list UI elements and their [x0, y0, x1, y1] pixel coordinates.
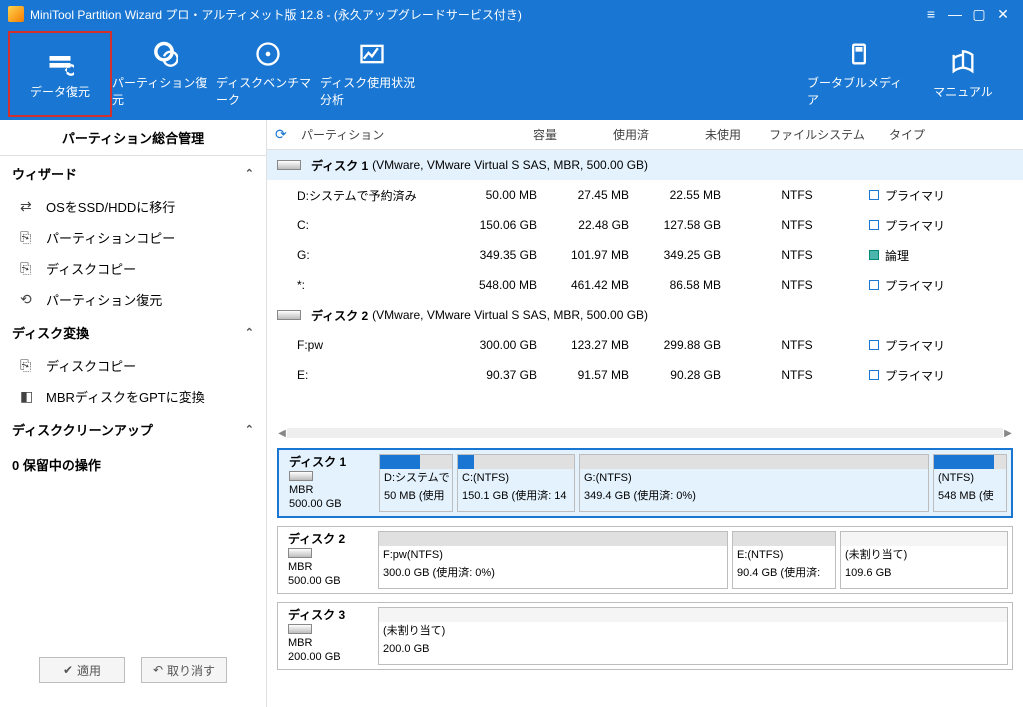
pending-operations: 0 保留中の操作 — [0, 447, 266, 482]
data-recovery-icon — [46, 49, 74, 77]
col-partition[interactable]: パーティション — [297, 126, 479, 143]
app-icon — [8, 6, 24, 22]
disk-copy-icon: ⎘ — [20, 357, 38, 374]
table-row[interactable]: D:システムで予約済み50.00 MB27.45 MB22.55 MBNTFSプ… — [267, 180, 1023, 210]
bootable-media-icon — [845, 40, 873, 68]
data-recovery-button[interactable]: データ復元 — [8, 31, 112, 117]
convert-icon: ◧ — [20, 388, 38, 405]
window-title: MiniTool Partition Wizard プロ・アルティメット版 12… — [30, 6, 522, 23]
disk-icon — [288, 624, 312, 634]
disk-usage-icon — [358, 40, 386, 68]
partition-recovery-button[interactable]: パーティション復元 — [112, 31, 216, 117]
minimize-icon[interactable]: — — [943, 6, 967, 22]
disk-benchmark-icon — [254, 40, 282, 68]
close-icon[interactable]: ✕ — [991, 6, 1015, 23]
chevron-up-icon: ⌃ — [245, 423, 254, 436]
table-row[interactable]: G:349.35 GB101.97 MB349.25 GBNTFS論理 — [267, 240, 1023, 270]
partition-box[interactable]: (未割り当て)109.6 GB — [840, 531, 1008, 589]
col-filesystem[interactable]: ファイルシステム — [755, 126, 879, 143]
col-capacity[interactable]: 容量 — [479, 126, 571, 143]
sidebar-item-disk-copy2[interactable]: ⎘ディスクコピー — [0, 350, 266, 381]
sidebar-tab[interactable]: パーティション総合管理 — [0, 120, 266, 156]
table-row[interactable]: E:90.37 GB91.57 MB90.28 GBNTFSプライマリ — [267, 360, 1023, 390]
table-row[interactable]: F:pw300.00 GB123.27 MB299.88 GBNTFSプライマリ — [267, 330, 1023, 360]
sidebar: パーティション総合管理 ウィザード ⌃ ⇄OSをSSD/HDDに移行 ⎘パーティ… — [0, 120, 267, 707]
cleanup-group-header[interactable]: ディスククリーンアップ ⌃ — [0, 412, 266, 447]
disk-map-1[interactable]: ディスク 1 MBR 500.00 GB D:システムで50 MB (使用 C:… — [277, 448, 1013, 518]
sidebar-item-partition-recovery[interactable]: ⟲パーティション復元 — [0, 284, 266, 315]
table-row[interactable]: C:150.06 GB22.48 GB127.58 GBNTFSプライマリ — [267, 210, 1023, 240]
recovery-icon: ⟲ — [20, 291, 38, 308]
sidebar-item-mbr2gpt[interactable]: ◧MBRディスクをGPTに変換 — [0, 381, 266, 412]
apply-button[interactable]: ✔適用 — [39, 657, 125, 683]
bootable-media-button[interactable]: ブータブルメディア — [807, 31, 911, 117]
partition-box[interactable]: G:(NTFS)349.4 GB (使用済: 0%) — [579, 454, 929, 512]
disk-usage-button[interactable]: ディスク使用状況分析 — [320, 31, 424, 117]
col-unused[interactable]: 未使用 — [663, 126, 755, 143]
col-type[interactable]: タイプ — [879, 126, 979, 143]
partition-recovery-icon — [150, 40, 178, 68]
disk-map-2[interactable]: ディスク 2 MBR 500.00 GB F:pw(NTFS)300.0 GB … — [277, 526, 1013, 594]
sidebar-item-partition-copy[interactable]: ⎘パーティションコピー — [0, 222, 266, 253]
chevron-up-icon: ⌃ — [245, 326, 254, 339]
disk-map-area: ディスク 1 MBR 500.00 GB D:システムで50 MB (使用 C:… — [267, 440, 1023, 707]
partition-box[interactable]: C:(NTFS)150.1 GB (使用済: 14 — [457, 454, 575, 512]
title-bar: MiniTool Partition Wizard プロ・アルティメット版 12… — [0, 0, 1023, 28]
table-row[interactable]: *:548.00 MB461.42 MB86.58 MBNTFSプライマリ — [267, 270, 1023, 300]
copy-icon: ⎘ — [20, 229, 38, 246]
sidebar-item-disk-copy[interactable]: ⎘ディスクコピー — [0, 253, 266, 284]
check-icon: ✔ — [63, 663, 73, 677]
migrate-icon: ⇄ — [20, 198, 38, 215]
disk2-header[interactable]: ディスク 2 (VMware, VMware Virtual S SAS, MB… — [267, 300, 1023, 330]
undo-button[interactable]: ↶取り消す — [141, 657, 227, 683]
menu-icon[interactable]: ≡ — [919, 6, 943, 22]
refresh-icon[interactable]: ⟳ — [275, 126, 297, 143]
sidebar-item-os-migrate[interactable]: ⇄OSをSSD/HDDに移行 — [0, 191, 266, 222]
scroll-right-icon[interactable]: ▶ — [1003, 428, 1013, 439]
disk-icon — [289, 471, 313, 481]
disk-benchmark-button[interactable]: ディスクベンチマーク — [216, 31, 320, 117]
partition-box[interactable]: (NTFS)548 MB (使 — [933, 454, 1007, 512]
disk1-header[interactable]: ディスク 1 (VMware, VMware Virtual S SAS, MB… — [267, 150, 1023, 180]
scroll-left-icon[interactable]: ◀ — [277, 428, 287, 439]
maximize-icon[interactable]: ▢ — [967, 6, 991, 23]
manual-icon — [949, 49, 977, 77]
undo-icon: ↶ — [153, 663, 163, 677]
chevron-up-icon: ⌃ — [245, 167, 254, 180]
content-area: ⟳ パーティション 容量 使用済 未使用 ファイルシステム タイプ ディスク 1… — [267, 120, 1023, 707]
partition-box[interactable]: D:システムで50 MB (使用 — [379, 454, 453, 512]
manual-button[interactable]: マニュアル — [911, 31, 1015, 117]
table-header: ⟳ パーティション 容量 使用済 未使用 ファイルシステム タイプ — [267, 120, 1023, 150]
partition-box[interactable]: F:pw(NTFS)300.0 GB (使用済: 0%) — [378, 531, 728, 589]
disk-copy-icon: ⎘ — [20, 260, 38, 277]
partition-box[interactable]: (未割り当て)200.0 GB — [378, 607, 1008, 665]
disk-icon — [277, 310, 301, 320]
wizard-group-header[interactable]: ウィザード ⌃ — [0, 156, 266, 191]
convert-group-header[interactable]: ディスク変換 ⌃ — [0, 315, 266, 350]
col-used[interactable]: 使用済 — [571, 126, 663, 143]
disk-map-3[interactable]: ディスク 3 MBR 200.00 GB (未割り当て)200.0 GB — [277, 602, 1013, 670]
ribbon: データ復元 パーティション復元 ディスクベンチマーク ディスク使用状況分析 ブー… — [0, 28, 1023, 120]
disk-icon — [277, 160, 301, 170]
partition-box[interactable]: E:(NTFS)90.4 GB (使用済: — [732, 531, 836, 589]
disk-icon — [288, 548, 312, 558]
horizontal-scrollbar[interactable]: ◀ ▶ — [277, 426, 1013, 440]
